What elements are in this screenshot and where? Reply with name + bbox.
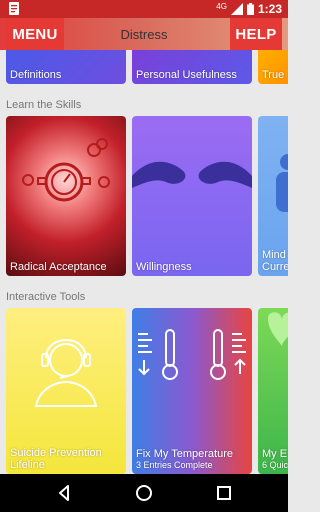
tile-label: Radical Acceptance: [10, 261, 107, 273]
recents-icon[interactable]: [215, 484, 233, 502]
tile-label: Suicide Prevention Lifeline: [10, 447, 102, 471]
tile-willingness[interactable]: Willingness: [132, 116, 252, 276]
tile-definitions[interactable]: Definitions: [6, 50, 126, 84]
battery-icon: [246, 3, 254, 15]
tile-label: My E 6 Quic: [262, 448, 288, 470]
tile-label: Willingness: [136, 261, 192, 273]
menu-button[interactable]: MENU: [6, 18, 64, 50]
tile-true[interactable]: True: [258, 50, 288, 84]
tile-label: Definitions: [10, 69, 62, 81]
pressure-gauge-icon: [22, 138, 110, 202]
thermometer-icon: [138, 329, 246, 380]
signal-icon: [230, 3, 243, 15]
tile-label: True: [262, 69, 285, 81]
main-content[interactable]: Definitions Personal Usefulness True Lea…: [0, 50, 288, 474]
home-icon[interactable]: [135, 484, 153, 502]
system-nav-bar: [0, 474, 288, 512]
app-header: Distress MENU HELP: [0, 18, 288, 50]
status-bar: 4G 1:23: [0, 0, 288, 18]
tile-label: Fix My Temperature 3 Entries Complete: [136, 448, 233, 470]
section-title-tools: Interactive Tools: [6, 291, 86, 303]
tile-suicide-prevention[interactable]: Suicide Prevention Lifeline: [6, 308, 126, 474]
notification-icon: [9, 2, 19, 15]
tile-my-emotions[interactable]: My E 6 Quic: [258, 308, 288, 474]
back-icon[interactable]: [55, 484, 73, 502]
person-icon: [276, 154, 288, 212]
tile-label: Mind Curre: [262, 249, 288, 273]
entries-count: 3 Entries Complete: [136, 460, 213, 470]
clock: 1:23: [257, 2, 282, 16]
heart-icon: [268, 312, 288, 346]
network-type: 4G: [216, 2, 227, 11]
section-title-skills: Learn the Skills: [6, 99, 82, 111]
hands-icon: [132, 161, 252, 188]
help-button[interactable]: HELP: [230, 18, 282, 50]
tile-mindfulness[interactable]: Mind Curre: [258, 116, 288, 276]
tile-personal-usefulness[interactable]: Personal Usefulness: [132, 50, 252, 84]
headset-icon: [34, 339, 98, 407]
tile-fix-my-temperature[interactable]: Fix My Temperature 3 Entries Complete: [132, 308, 252, 474]
tile-label: Personal Usefulness: [136, 69, 237, 81]
tile-radical-acceptance[interactable]: Radical Acceptance: [6, 116, 126, 276]
